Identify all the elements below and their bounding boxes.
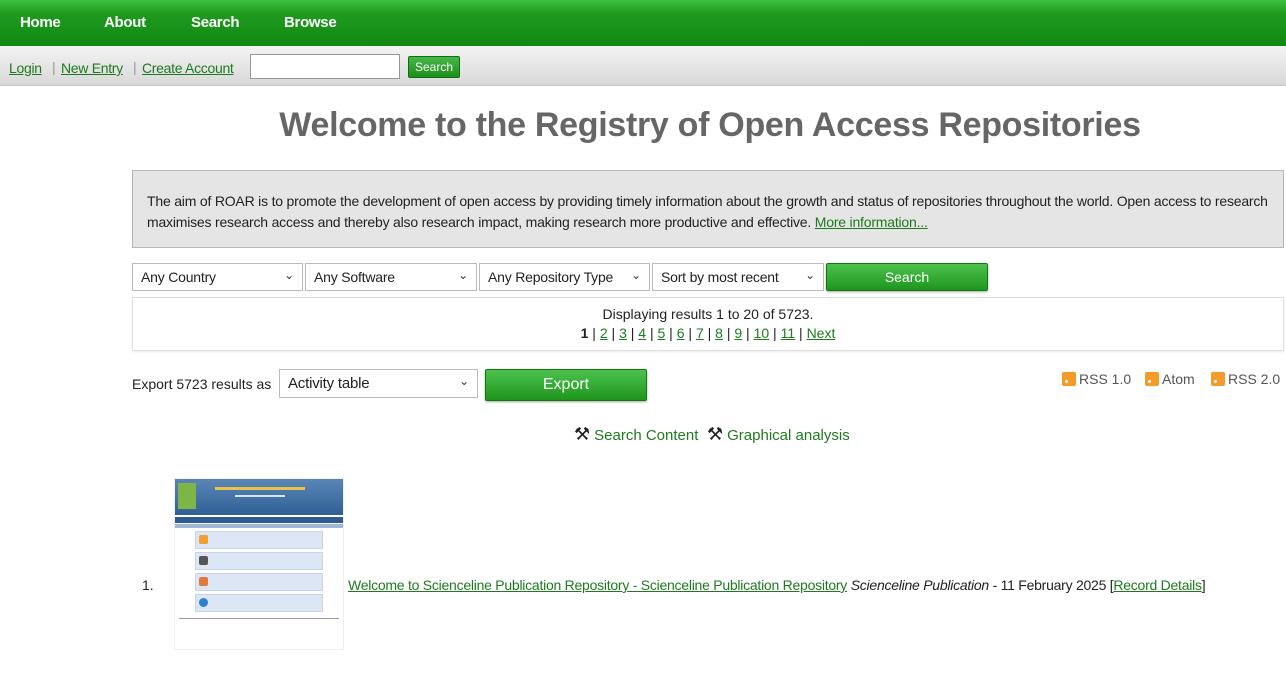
page-link[interactable]: 10 [754,325,770,341]
nav-about[interactable]: About [104,14,146,31]
login-bar: Login | New Entry | Create Account [0,46,1286,86]
sort-select-value: Sort by most recent [661,269,779,285]
page-link[interactable]: 5 [658,325,666,341]
atom-label: Atom [1162,371,1195,387]
thumbnail-title-bar [215,487,305,490]
thumbnail-panel [195,552,323,570]
country-select[interactable]: Any Country ⌄ [132,263,303,291]
page-link[interactable]: 8 [715,325,723,341]
header-search-input[interactable] [250,54,400,79]
results-summary: Displaying results 1 to 20 of 5723. 1 | … [132,297,1284,351]
rss-icon [1062,372,1076,386]
thumbnail-footer [179,618,339,619]
export-label: Export 5723 results as [132,376,272,392]
chevron-down-icon: ⌄ [284,268,294,282]
more-information-link[interactable]: More information... [815,214,928,230]
page-link[interactable]: 6 [677,325,685,341]
rss1-feed-link[interactable]: RSS 1.0 [1062,371,1131,387]
intro-box: The aim of ROAR is to promote the develo… [132,170,1284,248]
chevron-down-icon: ⌄ [631,268,641,282]
page-link[interactable]: 4 [638,325,646,341]
record-title-link[interactable]: Welcome to Scienceline Publication Repos… [348,577,847,593]
thumbnail-subnav [175,524,343,528]
page-link[interactable]: 11 [781,325,796,341]
record-publisher: Scienceline Publication [850,577,989,593]
thumbnail-header [175,479,343,515]
country-select-value: Any Country [141,269,216,285]
rss2-feed-link[interactable]: RSS 2.0 [1211,371,1280,387]
chevron-down-icon: ⌄ [805,268,815,282]
software-select-value: Any Software [314,269,395,285]
page-link[interactable]: 3 [619,325,627,341]
graphical-analysis-link[interactable]: ⚒ Graphical analysis [707,424,850,445]
next-page-link[interactable]: Next [807,325,836,341]
rss-icon [1211,372,1225,386]
record-bracket: ] [1201,577,1206,593]
thumbnail-panel [195,594,323,612]
record-date: - 11 February 2025 [ [988,577,1114,593]
atom-feed-link[interactable]: Atom [1145,371,1195,387]
create-account-link[interactable]: Create Account [142,60,234,76]
chevron-down-icon: ⌄ [459,374,469,388]
record-details-link[interactable]: Record Details [1113,577,1202,593]
header-search-button[interactable]: Search [408,56,460,78]
export-format-select[interactable]: Activity table ⌄ [279,369,478,398]
thumbnail-subtitle-bar [235,495,285,497]
rss-icon [1145,372,1159,386]
intro-text: The aim of ROAR is to promote the develo… [147,193,1268,230]
nav-browse[interactable]: Browse [284,14,337,31]
new-entry-link[interactable]: New Entry [61,60,123,76]
search-content-label: Search Content [594,427,699,444]
repository-type-select[interactable]: Any Repository Type ⌄ [479,263,650,291]
search-button[interactable]: Search [826,263,988,291]
login-link[interactable]: Login [9,60,42,76]
thumbnail-panel [195,531,323,549]
separator: | [133,59,137,75]
chevron-down-icon: ⌄ [458,268,468,282]
separator: | [52,59,56,75]
rss1-label: RSS 1.0 [1079,371,1132,387]
repository-type-select-value: Any Repository Type [488,269,614,285]
thumbnail-nav [175,517,343,523]
nav-search[interactable]: Search [191,14,240,31]
export-button[interactable]: Export [485,369,647,401]
thumbnail-logo [178,483,196,509]
repository-thumbnail[interactable] [174,478,344,650]
thumbnail-panel [195,573,323,591]
pagination: 1 | 2 | 3 | 4 | 5 | 6 | 7 | 8 | 9 | 10 |… [580,325,836,341]
wrench-icon: ⚒ [707,424,724,444]
record-line: Welcome to Scienceline Publication Repos… [348,577,1206,593]
search-content-link[interactable]: ⚒ Search Content [574,424,698,445]
wrench-icon: ⚒ [574,424,591,444]
page-title: Welcome to the Registry of Open Access R… [279,106,1141,144]
export-format-value: Activity table [288,375,370,392]
rss2-label: RSS 2.0 [1228,371,1281,387]
nav-home[interactable]: Home [20,14,61,31]
page-current: 1 [580,325,589,341]
page-link[interactable]: 7 [696,325,704,341]
results-count: Displaying results 1 to 20 of 5723. [602,306,814,322]
page-link[interactable]: 2 [600,325,608,341]
page-link[interactable]: 9 [734,325,742,341]
top-nav: Home About Search Browse [0,0,1286,46]
graphical-analysis-label: Graphical analysis [727,427,850,444]
record-number: 1. [142,577,154,593]
software-select[interactable]: Any Software ⌄ [305,263,477,291]
sort-select[interactable]: Sort by most recent ⌄ [652,263,824,291]
